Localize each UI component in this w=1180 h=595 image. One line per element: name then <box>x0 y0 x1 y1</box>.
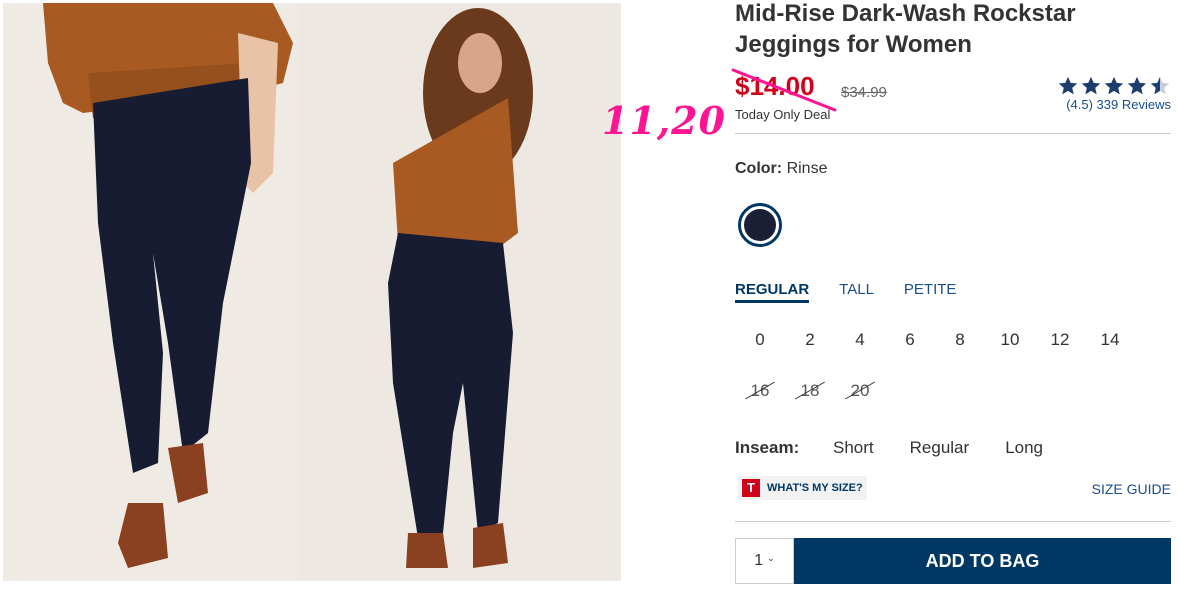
tab-fit-petite[interactable]: PETITE <box>904 281 957 303</box>
size-option-4[interactable]: 4 <box>835 325 885 355</box>
size-guide-link[interactable]: SIZE GUIDE <box>1092 481 1171 497</box>
color-label-title: Color: <box>735 160 783 177</box>
product-title: Mid-Rise Dark-Wash Rockstar Jeggings for… <box>735 0 1076 58</box>
inseam-selector: Inseam: Short Regular Long <box>735 438 1079 458</box>
tab-fit-tall[interactable]: TALL <box>839 281 874 303</box>
inseam-option-short[interactable]: Short <box>833 438 874 458</box>
chevron-down-icon: ⌄ <box>767 552 775 563</box>
quantity-select[interactable]: 1 ⌄ <box>735 538 794 584</box>
size-option-8[interactable]: 8 <box>935 325 985 355</box>
whats-my-size-label: WHAT'S MY SIZE? <box>767 482 863 494</box>
size-option-12[interactable]: 12 <box>1035 325 1085 355</box>
inseam-option-long[interactable]: Long <box>1005 438 1043 458</box>
divider <box>735 521 1171 522</box>
size-option-6[interactable]: 6 <box>885 325 935 355</box>
size-option-0[interactable]: 0 <box>735 325 785 355</box>
inseam-option-regular[interactable]: Regular <box>910 438 970 458</box>
whats-my-size-button[interactable]: T WHAT'S MY SIZE? <box>738 476 867 500</box>
size-option-14[interactable]: 14 <box>1085 325 1135 355</box>
size-row: 16 18 20 <box>735 376 1155 406</box>
quantity-value: 1 <box>754 552 764 569</box>
color-swatch-rinse[interactable] <box>738 203 782 247</box>
size-option-18-unavailable[interactable]: 18 <box>785 376 835 406</box>
star-icon <box>1127 76 1147 95</box>
size-option-16-unavailable[interactable]: 16 <box>735 376 785 406</box>
fit-tabs: REGULAR TALL PETITE <box>735 281 956 303</box>
color-value: Rinse <box>786 160 828 177</box>
divider <box>735 133 1171 134</box>
reviews-link[interactable]: (4.5) 339 Reviews <box>1057 97 1171 112</box>
star-icon <box>1150 76 1170 95</box>
deal-label: Today Only Deal <box>735 107 831 122</box>
size-row: 0 2 4 6 8 10 12 14 <box>735 325 1155 355</box>
inseam-label: Inseam: <box>735 438 800 457</box>
rating[interactable]: (4.5) 339 Reviews <box>1057 75 1171 112</box>
product-image-back[interactable] <box>298 3 621 581</box>
add-to-bag-button[interactable]: ADD TO BAG <box>794 538 1171 584</box>
original-price: $34.99 <box>841 84 887 101</box>
star-icon <box>1081 76 1101 95</box>
size-option-2[interactable]: 2 <box>785 325 835 355</box>
handwritten-price-annotation: 11,20 <box>602 98 726 143</box>
true-fit-logo-icon: T <box>742 479 760 497</box>
star-rating <box>1057 75 1171 97</box>
color-label: Color: Rinse <box>735 160 827 178</box>
tab-fit-regular[interactable]: REGULAR <box>735 281 810 303</box>
size-option-20-unavailable[interactable]: 20 <box>835 376 885 406</box>
size-option-10[interactable]: 10 <box>985 325 1035 355</box>
star-icon <box>1104 76 1124 95</box>
size-selector: 0 2 4 6 8 10 12 14 16 18 20 <box>735 325 1155 427</box>
star-icon <box>1058 76 1078 95</box>
sale-price: $14.00 <box>735 71 815 101</box>
product-image-front[interactable] <box>3 3 298 581</box>
